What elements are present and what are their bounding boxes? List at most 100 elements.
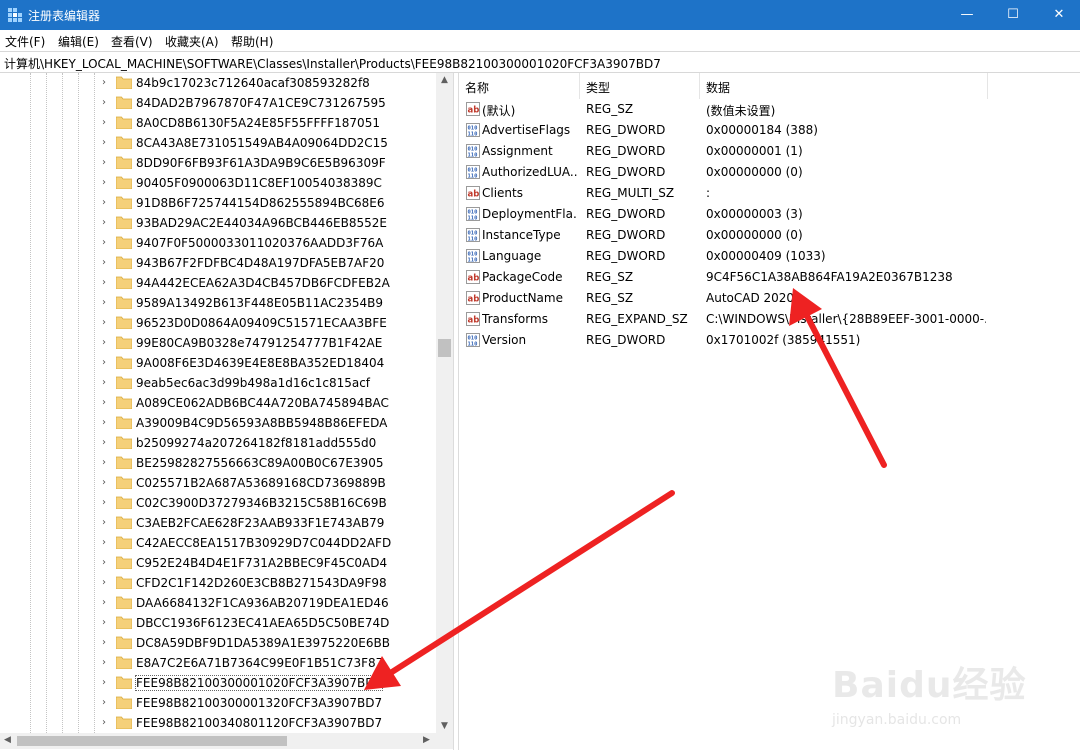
scroll-down-arrow-icon[interactable]: ▼ xyxy=(436,721,453,731)
menu-view[interactable]: 查看(V) xyxy=(111,33,153,50)
tree-item[interactable]: › 9407F0F5000033011020376AADD3F76A xyxy=(0,233,436,253)
column-header-name[interactable]: 名称 xyxy=(459,73,580,99)
tree-vertical-scrollbar[interactable]: ▲ ▼ xyxy=(436,73,453,733)
tree-item[interactable]: › 91D8B6F725744154D862555894BC68E6 xyxy=(0,193,436,213)
chevron-right-icon[interactable]: › xyxy=(102,433,112,453)
chevron-right-icon[interactable]: › xyxy=(102,573,112,593)
chevron-right-icon[interactable]: › xyxy=(102,533,112,553)
tree-item[interactable]: › 84DAD2B7967870F47A1CE9C731267595 xyxy=(0,93,436,113)
chevron-right-icon[interactable]: › xyxy=(102,673,112,693)
chevron-right-icon[interactable]: › xyxy=(102,313,112,333)
scroll-thumb[interactable] xyxy=(17,736,287,746)
chevron-right-icon[interactable]: › xyxy=(102,613,112,633)
chevron-right-icon[interactable]: › xyxy=(102,493,112,513)
tree-item[interactable]: › C02C3900D37279346B3215C58B16C69B xyxy=(0,493,436,513)
tree-item[interactable]: › E8A7C2E6A71B7364C99E0F1B51C73F87 xyxy=(0,653,436,673)
chevron-right-icon[interactable]: › xyxy=(102,713,112,733)
chevron-right-icon[interactable]: › xyxy=(102,593,112,613)
value-row[interactable]: 010 110 Assignment REG_DWORD 0x00000001 (1) xyxy=(459,141,1080,162)
close-button[interactable]: ✕ xyxy=(1036,0,1080,30)
scroll-right-arrow-icon[interactable]: ▶ xyxy=(423,735,430,745)
chevron-right-icon[interactable]: › xyxy=(102,653,112,673)
tree-item[interactable]: › C952E24B4D4E1F731A2BBEC9F45C0AD4 xyxy=(0,553,436,573)
chevron-right-icon[interactable]: › xyxy=(102,353,112,373)
chevron-right-icon[interactable]: › xyxy=(102,633,112,653)
tree-item[interactable]: › 93BAD29AC2E44034A96BCB446EB8552E xyxy=(0,213,436,233)
tree-item[interactable]: › A089CE062ADB6BC44A720BA745894BAC xyxy=(0,393,436,413)
chevron-right-icon[interactable]: › xyxy=(102,253,112,273)
scroll-left-arrow-icon[interactable]: ◀ xyxy=(4,735,11,745)
tree-item[interactable]: › C025571B2A687A53689168CD7369889B xyxy=(0,473,436,493)
tree-item[interactable]: › A39009B4C9D56593A8BB5948B86EFEDA xyxy=(0,413,436,433)
chevron-right-icon[interactable]: › xyxy=(102,473,112,493)
chevron-right-icon[interactable]: › xyxy=(102,393,112,413)
tree-item[interactable]: › 94A442ECEA62A3D4CB457DB6FCDFEB2A xyxy=(0,273,436,293)
tree-item[interactable]: › C3AEB2FCAE628F23AAB933F1E743AB79 xyxy=(0,513,436,533)
chevron-right-icon[interactable]: › xyxy=(102,693,112,713)
menu-help[interactable]: 帮助(H) xyxy=(231,33,273,50)
value-row[interactable]: ab PackageCode REG_SZ 9C4F56C1A38AB864FA19A… xyxy=(459,267,1080,288)
tree-item[interactable]: › DAA6684132F1CA936AB20719DEA1ED46 xyxy=(0,593,436,613)
value-row[interactable]: ab ProductName REG_SZ AutoCAD 2020 xyxy=(459,288,1080,309)
tree-item[interactable]: › 9589A13492B613F448E05B11AC2354B9 xyxy=(0,293,436,313)
chevron-right-icon[interactable]: › xyxy=(102,333,112,353)
chevron-right-icon[interactable]: › xyxy=(102,553,112,573)
chevron-right-icon[interactable]: › xyxy=(102,173,112,193)
value-row[interactable]: 010 110 Version REG_DWORD 0x1701002f (385941… xyxy=(459,330,1080,351)
chevron-right-icon[interactable]: › xyxy=(102,213,112,233)
value-type: REG_EXPAND_SZ xyxy=(586,312,688,326)
value-row[interactable]: 010 110 Language REG_DWORD 0x00000409 (1033) xyxy=(459,246,1080,267)
tree-item[interactable]: › 96523D0D0864A09409C51571ECAA3BFE xyxy=(0,313,436,333)
tree-item[interactable]: › 8A0CD8B6130F5A24E85F55FFFF187051 xyxy=(0,113,436,133)
tree-item[interactable]: › 99E80CA9B0328e74791254777B1F42AE xyxy=(0,333,436,353)
chevron-right-icon[interactable]: › xyxy=(102,153,112,173)
tree-item[interactable]: › DC8A59DBF9D1DA5389A1E3975220E6BB xyxy=(0,633,436,653)
tree-horizontal-scrollbar[interactable]: ◀ ▶ xyxy=(0,733,436,749)
tree-item[interactable]: › FEE98B82100300001320FCF3A3907BD7 xyxy=(0,693,436,713)
value-row[interactable]: 010 110 DeploymentFla... REG_DWORD 0x0000000… xyxy=(459,204,1080,225)
chevron-right-icon[interactable]: › xyxy=(102,133,112,153)
chevron-right-icon[interactable]: › xyxy=(102,73,112,93)
chevron-right-icon[interactable]: › xyxy=(102,293,112,313)
tree-item[interactable]: › BE25982827556663C89A00B0C67E3905 xyxy=(0,453,436,473)
chevron-right-icon[interactable]: › xyxy=(102,373,112,393)
chevron-right-icon[interactable]: › xyxy=(102,413,112,433)
column-header-type[interactable]: 类型 xyxy=(580,73,700,99)
tree-item[interactable]: › 9A008F6E3D4639E4E8E8BA352ED18404 xyxy=(0,353,436,373)
address-path[interactable]: 计算机\HKEY_LOCAL_MACHINE\SOFTWARE\Classes\… xyxy=(4,55,661,72)
tree-item[interactable]: › 8CA43A8E731051549AB4A09064DD2C15 xyxy=(0,133,436,153)
chevron-right-icon[interactable]: › xyxy=(102,233,112,253)
value-row[interactable]: 010 110 InstanceType REG_DWORD 0x00000000 (0… xyxy=(459,225,1080,246)
value-row[interactable]: ab Transforms REG_EXPAND_SZ C:\WINDOWS\Inst… xyxy=(459,309,1080,330)
value-row[interactable]: 010 110 AuthorizedLUA... REG_DWORD 0x0000000… xyxy=(459,162,1080,183)
menu-edit[interactable]: 编辑(E) xyxy=(58,33,99,50)
menu-file[interactable]: 文件(F) xyxy=(5,33,45,50)
tree-item[interactable]: › DBCC1936F6123EC41AEA65D5C50BE74D xyxy=(0,613,436,633)
scroll-up-arrow-icon[interactable]: ▲ xyxy=(436,75,453,85)
tree-item[interactable]: › 90405F0900063D11C8EF10054038389C xyxy=(0,173,436,193)
value-row[interactable]: ab (默认) REG_SZ (数值未设置) xyxy=(459,99,1080,120)
tree-item[interactable]: › 9eab5ec6ac3d99b498a1d16c1c815acf xyxy=(0,373,436,393)
minimize-button[interactable]: — xyxy=(944,0,990,30)
tree-item[interactable]: › 943B67F2FDFBC4D48A197DFA5EB7AF20 xyxy=(0,253,436,273)
address-bar[interactable]: 计算机\HKEY_LOCAL_MACHINE\SOFTWARE\Classes\… xyxy=(0,51,1080,73)
chevron-right-icon[interactable]: › xyxy=(102,193,112,213)
value-row[interactable]: ab Clients REG_MULTI_SZ: xyxy=(459,183,1080,204)
chevron-right-icon[interactable]: › xyxy=(102,273,112,293)
scroll-thumb[interactable] xyxy=(438,339,451,357)
chevron-right-icon[interactable]: › xyxy=(102,453,112,473)
chevron-right-icon[interactable]: › xyxy=(102,93,112,113)
chevron-right-icon[interactable]: › xyxy=(102,513,112,533)
tree-item[interactable]: › 8DD90F6FB93F61A3DA9B9C6E5B96309F xyxy=(0,153,436,173)
tree-item[interactable]: › 84b9c17023c712640acaf308593282f8 xyxy=(0,73,436,93)
menu-favorites[interactable]: 收藏夹(A) xyxy=(165,33,219,50)
value-row[interactable]: 010 110 AdvertiseFlags REG_DWORD 0x00000184 … xyxy=(459,120,1080,141)
maximize-button[interactable]: ☐ xyxy=(990,0,1036,30)
chevron-right-icon[interactable]: › xyxy=(102,113,112,133)
tree-item[interactable]: › b25099274a207264182f8181add555d0 xyxy=(0,433,436,453)
tree-item[interactable]: › FEE98B82100340801120FCF3A3907BD7 xyxy=(0,713,436,733)
tree-item-selected[interactable]: › FEE98B82100300001020FCF3A3907BD7 xyxy=(0,673,436,693)
tree-item[interactable]: › C42AECC8EA1517B30929D7C044DD2AFD xyxy=(0,533,436,553)
tree-item[interactable]: › CFD2C1F142D260E3CB8B271543DA9F98 xyxy=(0,573,436,593)
column-header-data[interactable]: 数据 xyxy=(700,73,988,99)
